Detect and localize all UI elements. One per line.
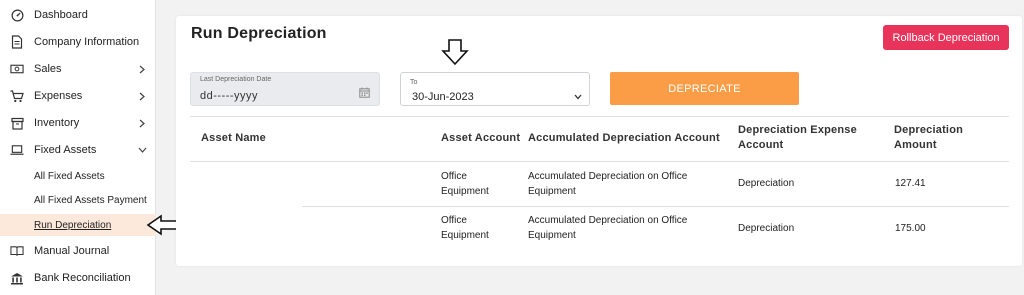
sidebar-subitem-label: All Fixed Assets	[34, 170, 105, 182]
chevron-right-icon	[137, 91, 147, 101]
sidebar-subitem-all-fixed-assets-payment[interactable]: All Fixed Assets Payment	[0, 189, 156, 211]
chevron-right-icon	[137, 64, 147, 74]
header-line: Account	[738, 139, 784, 151]
table-cell-expense-account: Depreciation	[738, 178, 795, 189]
sidebar-subitem-all-fixed-assets[interactable]: All Fixed Assets	[0, 165, 156, 187]
cash-icon	[10, 62, 24, 76]
sidebar-subitem-run-depreciation[interactable]: Run Depreciation	[0, 214, 156, 236]
sidebar-item-sales[interactable]: Sales	[0, 56, 156, 82]
cell-line: Office	[441, 215, 467, 226]
sidebar-item-bank-reconciliation[interactable]: Bank Reconciliation	[0, 265, 156, 291]
sidebar-item-manual-journal[interactable]: Manual Journal	[0, 238, 156, 264]
book-icon	[10, 244, 24, 258]
box-icon	[10, 116, 24, 130]
column-header-depreciation-amount: Depreciation Amount	[894, 123, 963, 153]
header-line: Depreciation Expense	[738, 124, 857, 136]
page-title: Run Depreciation	[191, 25, 327, 42]
field-value: 30-Jun-2023	[412, 91, 474, 103]
column-header-asset-name: Asset Name	[201, 132, 266, 144]
table-cell-amount: 127.41	[895, 178, 926, 189]
table-top-border	[190, 116, 1009, 117]
chevron-down-icon	[574, 87, 582, 100]
main-card: Run Depreciation Rollback Depreciation L…	[176, 16, 1022, 266]
cart-icon	[10, 89, 24, 103]
annotation-arrow-down-icon	[441, 39, 469, 66]
column-header-accumulated-depreciation-account: Accumulated Depreciation Account	[528, 132, 720, 144]
sidebar-item-label: Dashboard	[34, 9, 88, 21]
table-cell-asset-account: Office Equipment	[441, 169, 489, 199]
calendar-icon[interactable]	[359, 85, 370, 98]
cell-line: Equipment	[528, 230, 576, 241]
cell-line: Office	[441, 171, 467, 182]
sidebar-subitem-label: All Fixed Assets Payment	[34, 194, 147, 206]
rollback-depreciation-button[interactable]: Rollback Depreciation	[883, 25, 1009, 50]
column-header-depreciation-expense-account: Depreciation Expense Account	[738, 123, 857, 153]
cell-line: Equipment	[528, 186, 576, 197]
sidebar-item-dashboard[interactable]: Dashboard	[0, 2, 156, 28]
sidebar: Dashboard Company Information Sales Expe…	[0, 0, 156, 295]
field-caption: To	[410, 79, 418, 86]
sidebar-item-label: Expenses	[34, 90, 83, 102]
sidebar-item-label: Inventory	[34, 117, 80, 129]
sidebar-item-expenses[interactable]: Expenses	[0, 83, 156, 109]
table-cell-asset-account: Office Equipment	[441, 213, 489, 243]
last-depreciation-date-field[interactable]: Last Depreciation Date dd-----yyyy	[190, 72, 380, 106]
sidebar-item-label: Company Information	[34, 36, 140, 48]
sidebar-item-company-information[interactable]: Company Information	[0, 29, 156, 55]
chevron-right-icon	[137, 118, 147, 128]
table-cell-accumulated-account: Accumulated Depreciation on Office Equip…	[528, 169, 687, 199]
table-row-border	[302, 206, 1009, 207]
cell-line: Accumulated Depreciation on Office	[528, 215, 688, 226]
cell-line: Accumulated Depreciation on Office	[528, 171, 688, 182]
table-cell-amount: 175.00	[895, 223, 926, 234]
cell-line: Equipment	[441, 186, 489, 197]
field-caption: Last Depreciation Date	[200, 76, 272, 83]
table-cell-expense-account: Depreciation	[738, 223, 795, 234]
sidebar-item-label: Bank Reconciliation	[34, 272, 131, 284]
header-line: Amount	[894, 139, 937, 151]
sidebar-item-fixed-assets[interactable]: Fixed Assets	[0, 137, 156, 163]
sidebar-item-label: Manual Journal	[34, 245, 110, 257]
sidebar-subitem-label: Run Depreciation	[34, 219, 112, 231]
gauge-icon	[10, 8, 24, 22]
table-header-border	[190, 161, 1009, 162]
chevron-down-icon	[137, 145, 147, 155]
document-icon	[10, 35, 24, 49]
cell-line: Equipment	[441, 230, 489, 241]
field-value: dd-----yyyy	[200, 90, 259, 102]
column-header-asset-account: Asset Account	[441, 132, 521, 144]
table-cell-accumulated-account: Accumulated Depreciation on Office Equip…	[528, 213, 687, 243]
bank-icon	[10, 271, 24, 285]
to-date-select[interactable]: To 30-Jun-2023	[400, 72, 590, 106]
sidebar-item-inventory[interactable]: Inventory	[0, 110, 156, 136]
depreciate-button[interactable]: DEPRECIATE	[610, 72, 799, 105]
sidebar-item-label: Sales	[34, 63, 62, 75]
header-line: Depreciation	[894, 124, 964, 136]
sidebar-item-label: Fixed Assets	[34, 144, 97, 156]
laptop-icon	[10, 143, 24, 157]
